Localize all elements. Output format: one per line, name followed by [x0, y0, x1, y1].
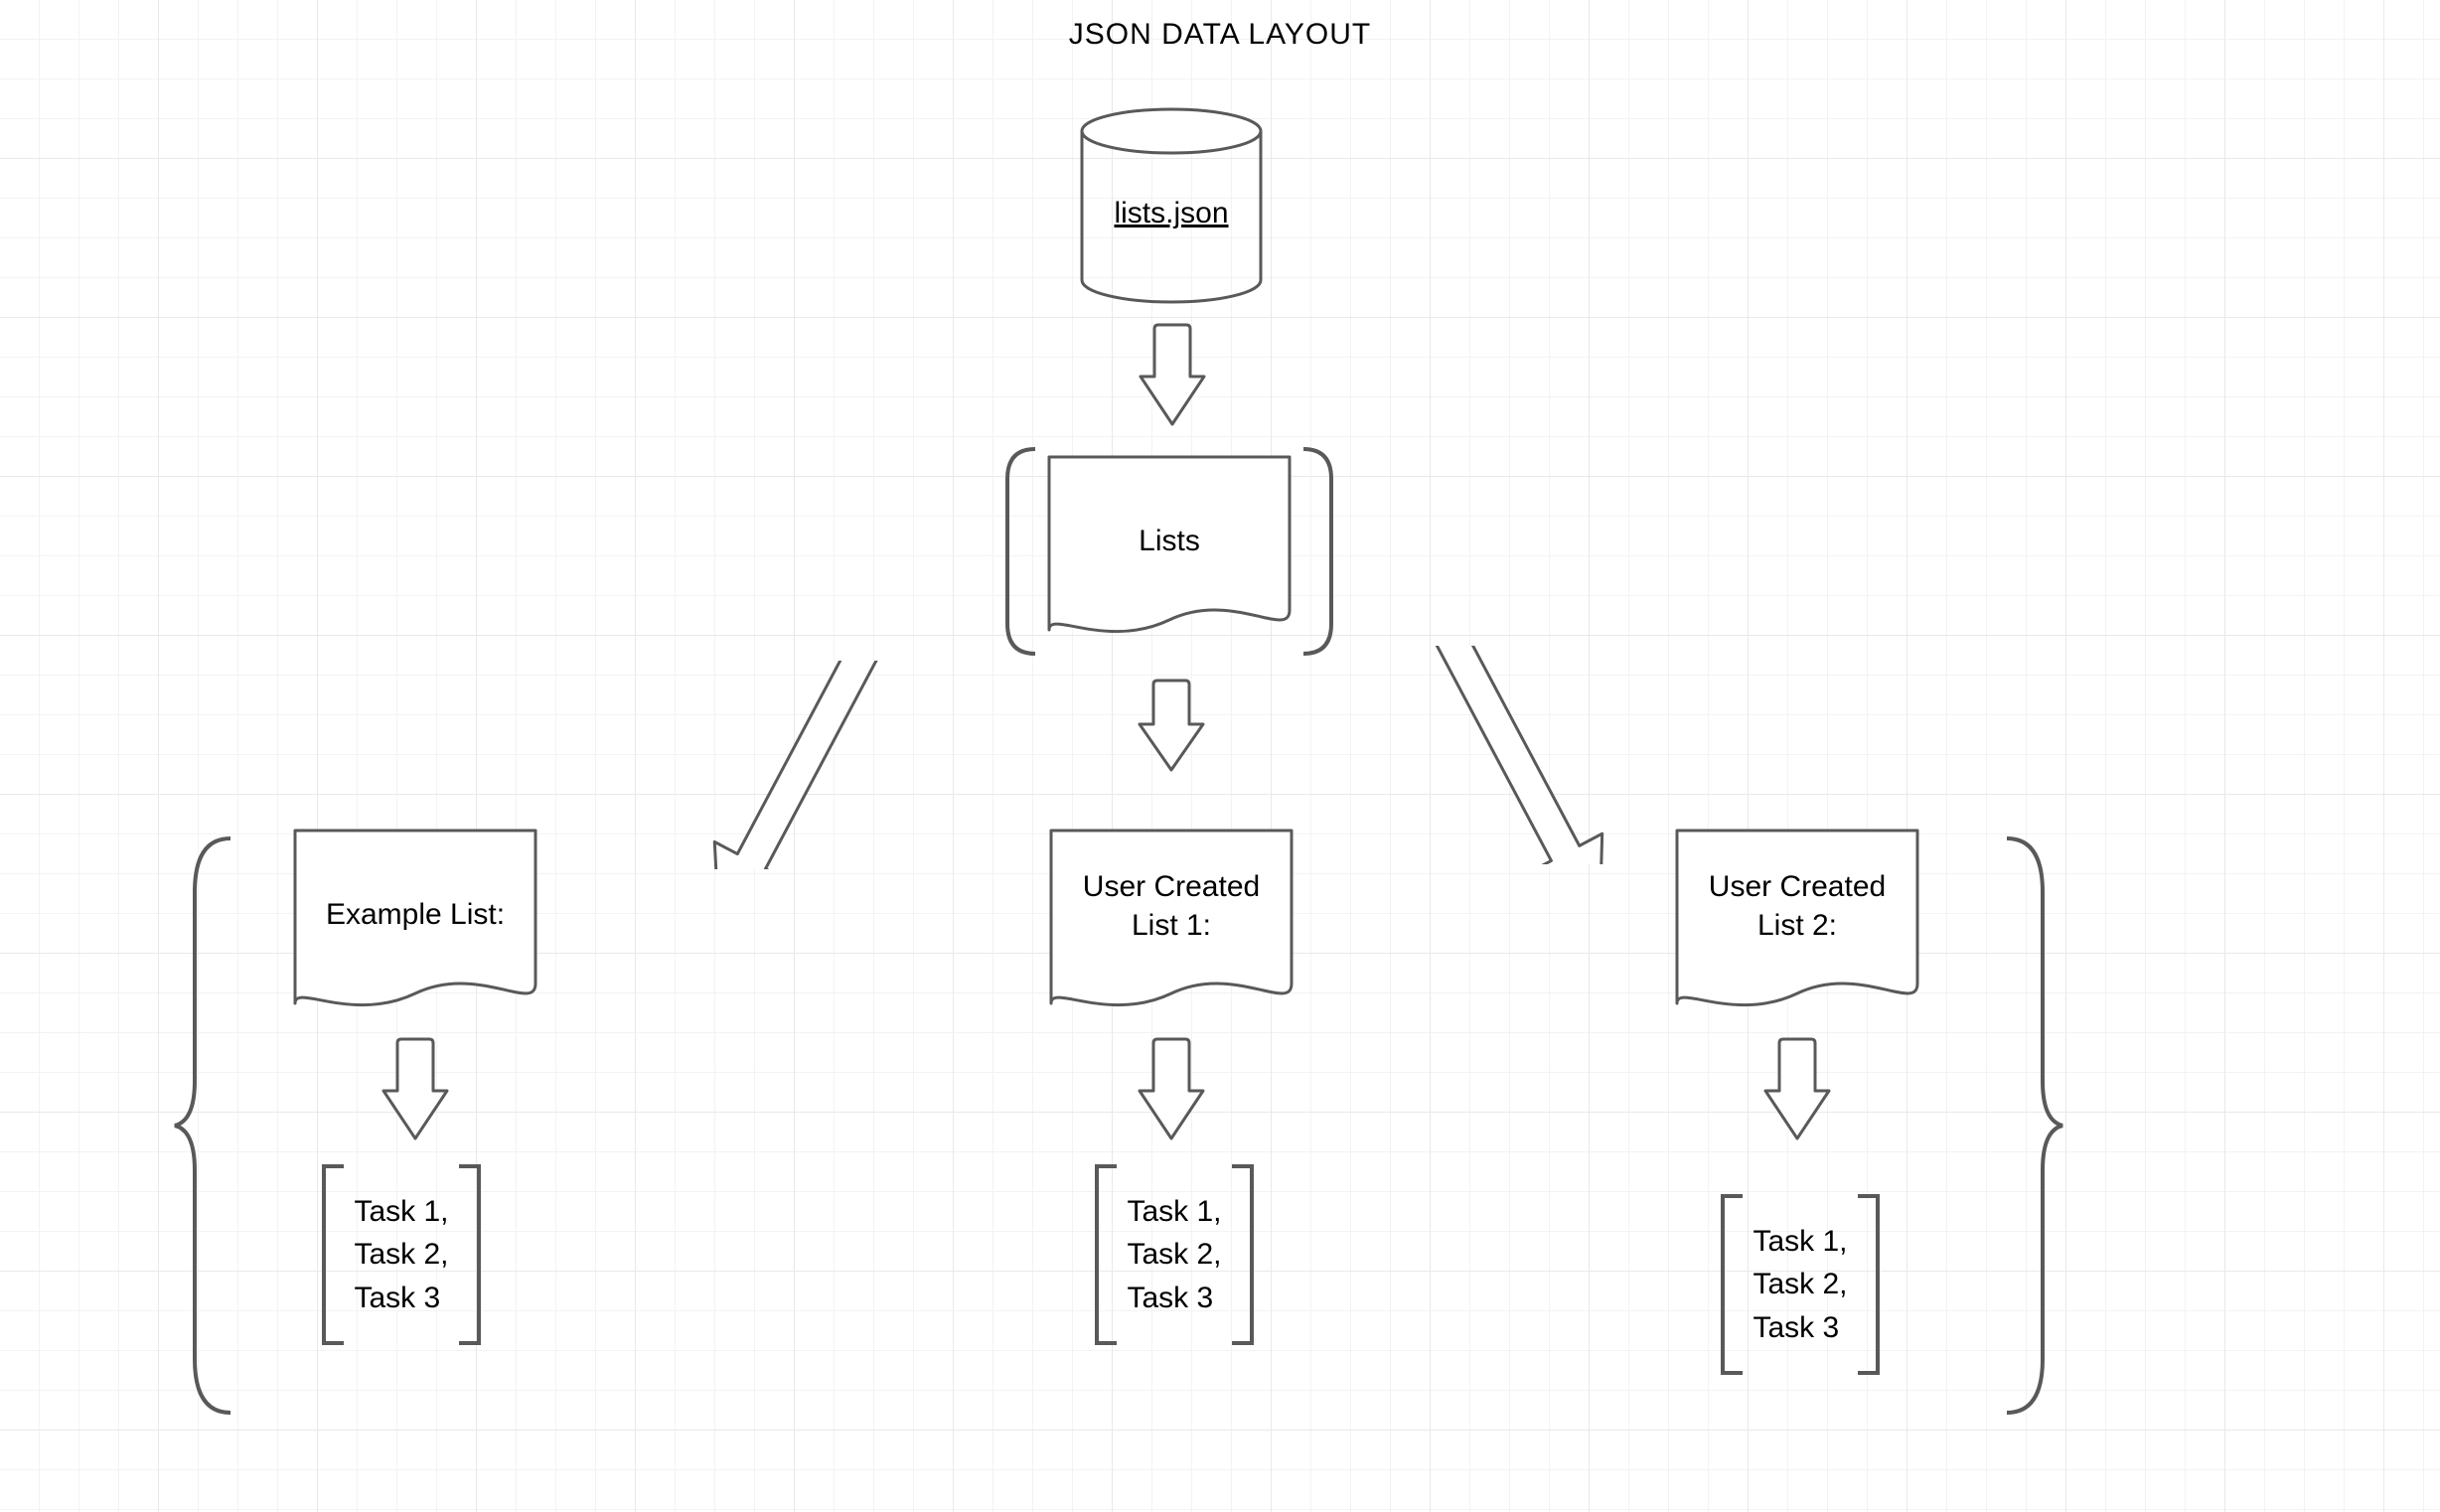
child-0-tasks: Task 1, Task 2, Task 3: [354, 1190, 448, 1320]
child-2-label: User Created List 2:: [1709, 867, 1886, 945]
child-0-label: Example List:: [326, 895, 505, 934]
database-label: lists.json: [1114, 197, 1228, 230]
arrow-lists-to-child-1: [1136, 677, 1207, 776]
lists-label: Lists: [1139, 522, 1200, 560]
right-brace: [1999, 832, 2068, 1419]
child-2-tasks-box: Task 1, Task 2, Task 3: [1715, 1190, 1886, 1379]
arrow-child-1-to-tasks: [1136, 1035, 1207, 1144]
child-1-label: User Created List 1:: [1083, 867, 1260, 945]
left-brace: [169, 832, 238, 1419]
child-0-tasks-box: Task 1, Task 2, Task 3: [316, 1160, 487, 1349]
child-1-tasks: Task 1, Task 2, Task 3: [1127, 1190, 1221, 1320]
diagram-canvas: JSON DATA LAYOUT lists.json Lists: [0, 0, 2440, 1512]
arrow-lists-to-child-2: [1334, 646, 1692, 864]
arrow-db-to-lists: [1137, 321, 1208, 430]
child-2-label-box: User Created List 2:: [1671, 817, 1923, 995]
database-label-box: lists.json: [1075, 119, 1268, 308]
child-0-label-box: Example List:: [289, 825, 541, 1003]
arrow-lists-to-child-0: [629, 661, 977, 869]
arrow-child-0-to-tasks: [380, 1035, 451, 1144]
lists-label-box: Lists: [1043, 451, 1296, 630]
diagram-title: JSON DATA LAYOUT: [0, 18, 2440, 52]
child-1-label-box: User Created List 1:: [1045, 817, 1297, 995]
arrow-child-2-to-tasks: [1761, 1035, 1833, 1144]
child-1-tasks-box: Task 1, Task 2, Task 3: [1089, 1160, 1260, 1349]
child-2-tasks: Task 1, Task 2, Task 3: [1753, 1220, 1847, 1350]
